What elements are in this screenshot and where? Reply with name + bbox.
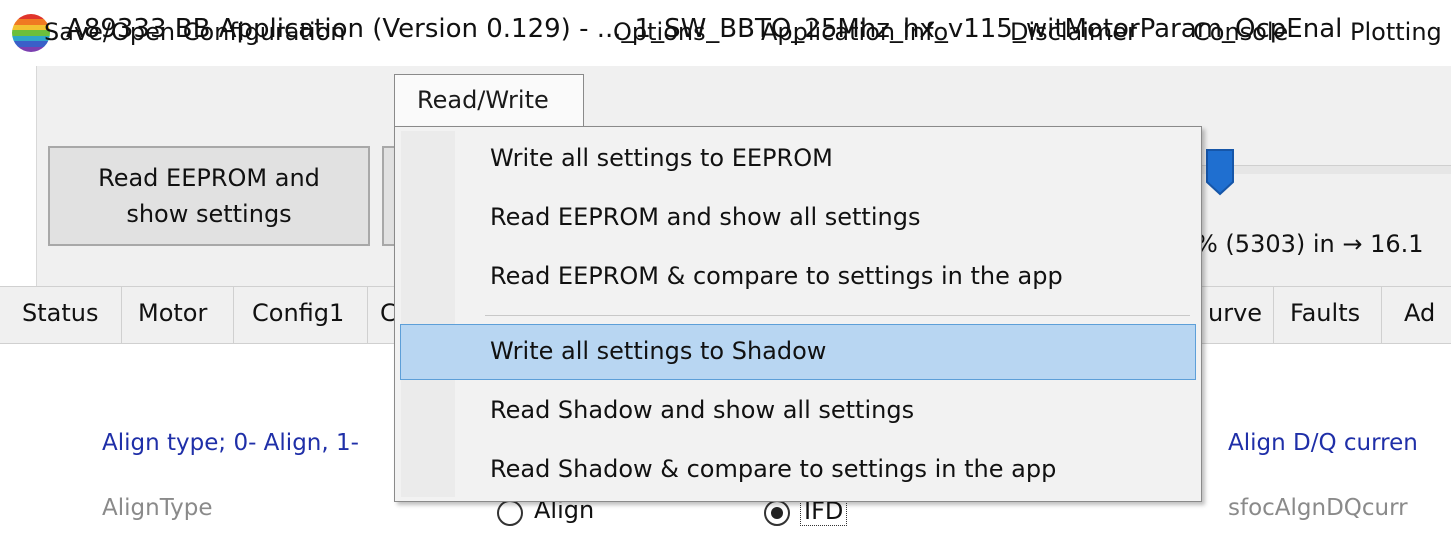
- menu-options[interactable]: Options: [613, 18, 706, 46]
- tab-curve[interactable]: urve: [1198, 286, 1274, 344]
- tab-faults[interactable]: Faults: [1274, 286, 1382, 344]
- menu-read-shadow-compare[interactable]: Read Shadow & compare to settings in the…: [395, 442, 1201, 498]
- tab-advanced[interactable]: Ad: [1382, 286, 1451, 344]
- align-type-label: Align type; 0- Align, 1-: [102, 430, 359, 456]
- menu-write-all-shadow[interactable]: Write all settings to Shadow: [400, 324, 1196, 380]
- menu-read-eeprom-compare[interactable]: Read EEPROM & compare to settings in the…: [395, 249, 1201, 305]
- slider-thumb-icon[interactable]: [1205, 148, 1235, 196]
- tab-status[interactable]: Status: [0, 286, 122, 344]
- menu-read-shadow-show-label: Read Shadow and show all settings: [490, 396, 915, 424]
- tab-motor[interactable]: Motor: [122, 286, 234, 344]
- menu-plotting[interactable]: Plotting: [1350, 18, 1442, 46]
- menu-write-all-shadow-label: Write all settings to Shadow: [490, 337, 827, 365]
- menu-read-eeprom-compare-label: Read EEPROM & compare to settings in the…: [490, 262, 1063, 290]
- read-button-line1: Read EEPROM and: [98, 164, 320, 192]
- menu-disclaimer[interactable]: Disclaimer: [1010, 18, 1137, 46]
- menu-read-eeprom-show-label: Read EEPROM and show all settings: [490, 203, 921, 231]
- menu-write-all-eeprom[interactable]: Write all settings to EEPROM: [395, 131, 1201, 187]
- speed-readout: % (5303) in → 16.1: [1195, 230, 1424, 258]
- align-type-param: AlignType: [102, 495, 213, 521]
- menu-application-info[interactable]: Application Info: [761, 18, 948, 46]
- tab-config1[interactable]: Config1: [234, 286, 368, 344]
- radio-ifd[interactable]: [764, 500, 790, 526]
- menu-save-open-configuration[interactable]: Save/Open Configuration: [44, 18, 346, 46]
- menu-read-write-label: Read/Write: [417, 86, 549, 114]
- menu-read-shadow-show[interactable]: Read Shadow and show all settings: [395, 383, 1201, 439]
- menu-write-all-eeprom-label: Write all settings to EEPROM: [490, 144, 833, 172]
- read-button-line2: show settings: [126, 200, 292, 228]
- read-write-dropdown: Write all settings to EEPROM Read EEPROM…: [394, 126, 1202, 502]
- menu-console[interactable]: Console: [1193, 18, 1288, 46]
- menu-read-shadow-compare-label: Read Shadow & compare to settings in the…: [490, 455, 1057, 483]
- menu-read-write[interactable]: Read/Write: [394, 74, 584, 134]
- align-dq-current-param: sfocAlgnDQcurr: [1228, 495, 1408, 521]
- menu-read-eeprom-show[interactable]: Read EEPROM and show all settings: [395, 190, 1201, 246]
- align-dq-current-label: Align D/Q curren: [1228, 430, 1418, 456]
- menu-bar: [37, 66, 1451, 134]
- menu-separator: [485, 315, 1190, 316]
- read-eeprom-show-settings-button[interactable]: Read EEPROM and show settings: [48, 146, 370, 246]
- speed-slider-track[interactable]: [1200, 165, 1451, 174]
- radio-align[interactable]: [497, 500, 523, 526]
